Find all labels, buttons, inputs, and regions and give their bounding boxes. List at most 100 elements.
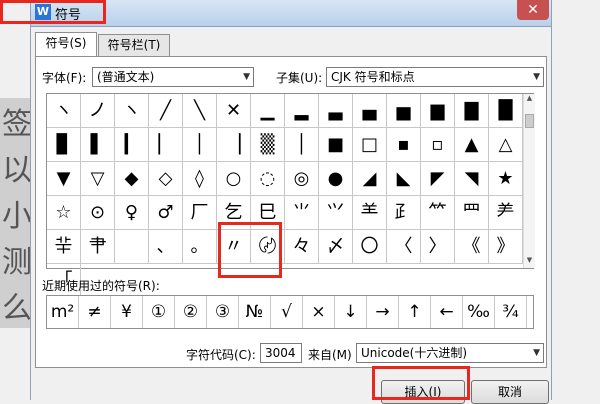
symbol-cell[interactable]: ◤ [421, 162, 455, 196]
scroll-up-icon[interactable]: ▲ [524, 94, 535, 106]
symbol-cell[interactable]: ▅ [387, 94, 421, 128]
symbol-cell[interactable]: ⺷ [353, 196, 387, 230]
symbol-cell[interactable]: ▏ [149, 128, 183, 162]
symbol-cell[interactable]: ⺶ [489, 196, 523, 230]
symbol-cell[interactable]: 厂 [183, 196, 217, 230]
symbol-cell[interactable]: ◊ [183, 162, 217, 196]
symbol-cell[interactable]: ⺍ [319, 196, 353, 230]
symbol-cell[interactable]: ╱ [149, 94, 183, 128]
symbol-cell[interactable]: ▌ [81, 128, 115, 162]
symbol-cell[interactable]: 、 [149, 230, 183, 264]
symbol-cell[interactable]: ▆ [421, 94, 455, 128]
symbol-cell[interactable]: ▽ [81, 162, 115, 196]
symbol-cell[interactable]: 《 [455, 230, 489, 264]
symbol-cell[interactable]: ▂ [285, 94, 319, 128]
symbol-cell[interactable]: │ [285, 128, 319, 162]
symbol-cell[interactable]: △ [489, 128, 523, 162]
symbol-cell[interactable]: ╲ [183, 94, 217, 128]
recent-symbol-cell[interactable]: → [367, 296, 399, 328]
symbol-cell[interactable]: ◢ [353, 162, 387, 196]
scrollbar-thumb[interactable] [525, 114, 534, 128]
background-text: 测 [2, 245, 32, 280]
symbol-cell[interactable]: ヽ [115, 94, 149, 128]
title-bar: W 符号 ✕ [31, 0, 551, 27]
char-code-input[interactable]: 3004 [260, 343, 302, 363]
font-label: 字体(F): [42, 71, 87, 85]
recent-symbol-cell[interactable]: ① [143, 296, 175, 328]
font-select[interactable]: (普通文本) ▼ [92, 67, 254, 87]
symbol-cell[interactable]: ▪ [387, 128, 421, 162]
encoding-select[interactable]: Unicode(十六进制) ▼ [356, 343, 544, 363]
symbol-cell[interactable]: ☆ [47, 196, 81, 230]
symbol-cell[interactable]: ▫ [421, 128, 455, 162]
symbol-grid-scrollbar[interactable]: ▲ ▼ [523, 94, 535, 268]
recent-symbol-cell[interactable]: ③ [207, 296, 239, 328]
subset-select[interactable]: CJK 符号和标点 ▼ [326, 67, 544, 87]
symbol-cell[interactable]: ★ [489, 162, 523, 196]
symbol-cell[interactable]: ◥ [455, 162, 489, 196]
symbol-cell[interactable]: 〆 [319, 230, 353, 264]
symbol-cell[interactable]: ▇ [455, 94, 489, 128]
recent-symbol-cell[interactable]: ↑ [399, 296, 431, 328]
symbol-cell[interactable]: ◎ [285, 162, 319, 196]
symbol-cell[interactable]: ヽ [47, 94, 81, 128]
symbol-cell[interactable]: │ [183, 128, 217, 162]
symbol-cell[interactable]: ◇ [149, 162, 183, 196]
recent-symbol-cell[interactable]: ② [175, 296, 207, 328]
symbol-cell[interactable]: ⺪ [387, 196, 421, 230]
recent-symbol-cell[interactable]: ‰ [463, 296, 495, 328]
recent-symbol-cell[interactable]: m² [47, 296, 79, 328]
symbol-cell[interactable]: ▁ [251, 94, 285, 128]
recent-symbol-cell[interactable]: ¥ [111, 296, 143, 328]
cancel-button[interactable]: 取消 [471, 380, 549, 404]
highlight-box [218, 222, 282, 278]
symbol-cell[interactable] [115, 230, 149, 264]
symbol-cell[interactable]: ▎ [115, 128, 149, 162]
symbol-cell[interactable]: ▕ [217, 128, 251, 162]
symbol-cell[interactable]: ⺲ [455, 196, 489, 230]
symbol-cell[interactable]: 〉 [421, 230, 455, 264]
symbol-cell[interactable]: 》 [489, 230, 523, 264]
symbol-cell[interactable]: ⺮ [421, 196, 455, 230]
symbol-cell[interactable]: 〈 [387, 230, 421, 264]
symbol-cell[interactable]: 〇 [353, 230, 387, 264]
symbol-cell[interactable]: ⺌ [285, 196, 319, 230]
tab-symbol-bar[interactable]: 符号栏(T) [98, 34, 170, 56]
symbol-cell[interactable]: 々 [285, 230, 319, 264]
recent-symbol-cell[interactable]: ↓ [335, 296, 367, 328]
symbol-cell[interactable]: 。 [183, 230, 217, 264]
symbol-cell[interactable]: ♀ [115, 196, 149, 230]
symbol-cell[interactable]: ▃ [319, 94, 353, 128]
recent-symbol-cell[interactable]: ¾ [495, 296, 527, 328]
symbol-cell[interactable]: ▲ [455, 128, 489, 162]
symbol-cell[interactable]: ● [319, 162, 353, 196]
recent-symbol-cell[interactable]: × [303, 296, 335, 328]
recent-symbol-cell[interactable]: √ [271, 296, 303, 328]
symbol-cell[interactable]: ■ [319, 128, 353, 162]
recent-symbol-cell[interactable]: ← [431, 296, 463, 328]
symbol-cell[interactable]: ▒ [251, 128, 285, 162]
symbol-cell[interactable]: ◌ [251, 162, 285, 196]
symbol-cell[interactable]: ○ [217, 162, 251, 196]
symbol-cell[interactable]: ◆ [115, 162, 149, 196]
symbol-cell[interactable]: □ [353, 128, 387, 162]
symbol-cell[interactable]: ⺺ [81, 230, 115, 264]
symbol-cell[interactable]: ⊙ [81, 196, 115, 230]
symbol-cell[interactable]: ▄ [353, 94, 387, 128]
symbol-cell[interactable]: ♂ [149, 196, 183, 230]
symbol-cell[interactable]: ▊ [47, 128, 81, 162]
close-button[interactable]: ✕ [517, 0, 549, 20]
symbol-cell[interactable]: █ [489, 94, 523, 128]
scroll-down-icon[interactable]: ▼ [524, 256, 535, 268]
symbol-cell[interactable]: ⺸ [47, 230, 81, 264]
background-document: 签 以 小 测 么 [0, 98, 34, 328]
symbol-cell[interactable]: ノ [81, 94, 115, 128]
subset-select-value: CJK 符号和标点 [331, 70, 415, 84]
symbol-cell[interactable]: ▼ [47, 162, 81, 196]
recent-symbol-cell[interactable]: № [239, 296, 271, 328]
tab-symbols[interactable]: 符号(S) [35, 32, 97, 57]
background-text: 以 [2, 153, 32, 188]
recent-symbol-cell[interactable]: ≠ [79, 296, 111, 328]
symbol-cell[interactable]: ✕ [217, 94, 251, 128]
symbol-cell[interactable]: ◣ [387, 162, 421, 196]
